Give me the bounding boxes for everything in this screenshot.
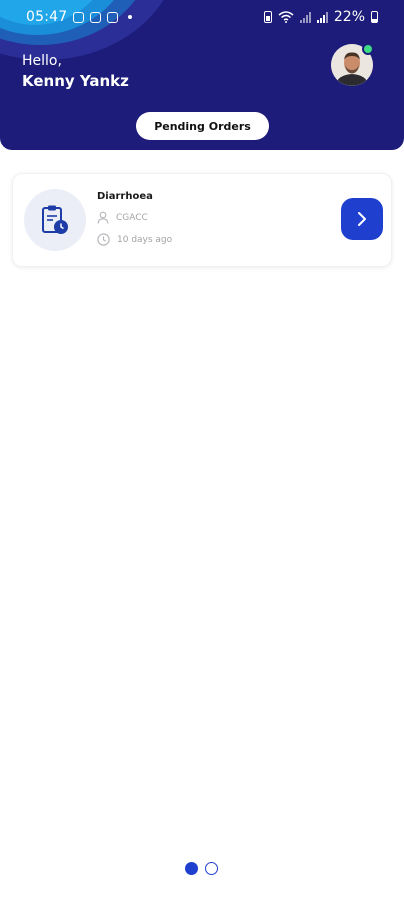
pending-orders-button[interactable]: Pending Orders <box>136 112 269 140</box>
signal-icon <box>299 11 311 23</box>
page-dot[interactable] <box>205 862 218 875</box>
user-icon <box>97 211 109 224</box>
order-provider: CGACC <box>116 212 148 223</box>
greeting: Hello, Kenny Yankz <box>22 52 129 91</box>
instagram-notification-icon <box>107 11 119 23</box>
clock-icon <box>97 233 110 246</box>
wifi-icon <box>278 11 294 23</box>
instagram-notification-icon <box>90 11 102 23</box>
status-bar: 05:47 22% <box>0 0 404 34</box>
signal-icon <box>316 11 328 23</box>
battery-icon <box>371 11 378 23</box>
status-bar-left: 05:47 <box>26 9 133 25</box>
order-card[interactable]: Diarrhoea CGACC 10 days ago <box>12 173 392 267</box>
greeting-text: Hello, <box>22 53 62 69</box>
header: 05:47 22% Hello, Kenny Yankz Pending Ord… <box>0 0 404 150</box>
order-icon-container <box>24 189 86 251</box>
battery-saver-icon <box>263 11 272 23</box>
battery-percent: 22% <box>333 9 365 25</box>
screen: 05:47 22% Hello, Kenny Yankz Pending Ord… <box>0 0 404 900</box>
avatar[interactable] <box>331 43 374 86</box>
order-title: Diarrhoea <box>97 191 153 202</box>
online-status-indicator <box>362 43 374 55</box>
open-order-button[interactable] <box>341 198 383 240</box>
order-provider-row: CGACC <box>97 211 148 224</box>
chevron-right-icon <box>358 212 366 226</box>
more-notifications-icon <box>128 15 133 19</box>
user-name: Kenny Yankz <box>22 72 129 90</box>
page-indicator <box>185 862 218 875</box>
page-dot-active[interactable] <box>185 862 198 875</box>
clipboard-clock-icon <box>42 205 68 234</box>
order-time-ago: 10 days ago <box>117 234 173 245</box>
order-time-row: 10 days ago <box>97 233 172 246</box>
status-time: 05:47 <box>26 9 68 25</box>
gallery-notification-icon <box>73 11 85 23</box>
status-bar-right: 22% <box>263 9 378 25</box>
